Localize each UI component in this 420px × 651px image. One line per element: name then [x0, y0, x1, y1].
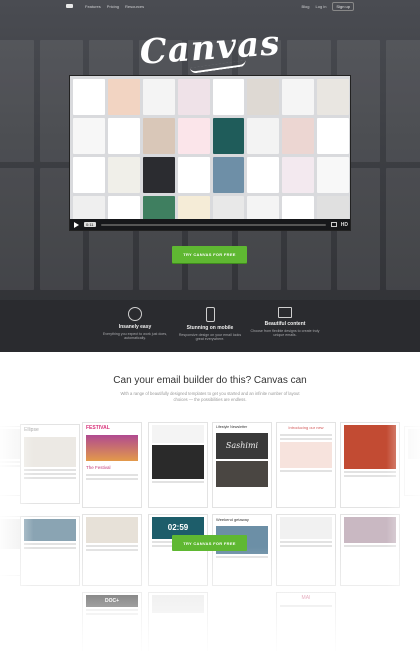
features-strip: Insanely easy Everything you expect to w… [0, 300, 420, 352]
template-tile[interactable] [148, 592, 208, 651]
template-tile[interactable] [20, 516, 80, 586]
video-controls: 0:11 HD [70, 219, 350, 230]
video-thumbnail-grid [70, 76, 350, 230]
nav-resources[interactable]: Resources [125, 4, 144, 9]
feature-beautiful-content: Beautiful content Choose from flexible d… [250, 307, 320, 338]
feature-text: Responsive design on your email looks gr… [178, 333, 242, 342]
tile-festival-title: The Festival [86, 465, 111, 470]
page: Features Pricing Resources Blog Log in S… [0, 0, 420, 651]
video-time: 0:11 [84, 222, 96, 227]
template-tile-festival[interactable]: FESTIVAL The Festival [82, 422, 142, 508]
feature-text: Everything you expect to work just does,… [102, 332, 168, 341]
section-subtitle: With a range of beautifully designed tem… [120, 391, 300, 402]
template-tile[interactable] [404, 426, 420, 496]
hero-section: Features Pricing Resources Blog Log in S… [0, 0, 420, 352]
feature-text: Choose from flexible designs to create t… [250, 329, 320, 338]
tile-festival-label: FESTIVAL [86, 425, 110, 431]
feature-title: Beautiful content [264, 321, 306, 327]
play-icon[interactable] [74, 221, 79, 228]
nav-features[interactable]: Features [85, 4, 101, 9]
tile-doc-label: DOC+ [86, 595, 138, 607]
mobile-icon [205, 307, 215, 322]
template-tile[interactable] [148, 422, 208, 508]
section-title: Can your email builder do this? Canvas c… [113, 375, 307, 386]
tile-mai-label: MAI [301, 595, 311, 601]
template-tile[interactable] [82, 514, 142, 586]
template-tile[interactable]: Ellipse [20, 424, 80, 504]
template-tile-mai[interactable]: MAI [276, 592, 336, 651]
tile-lifestyle-label: Lifestyle Newsletter [216, 425, 248, 429]
signup-button[interactable]: Sign up [332, 1, 354, 11]
video-player[interactable]: 0:11 HD [69, 75, 351, 231]
nav-blog[interactable]: Blog [302, 4, 310, 9]
template-tile[interactable] [276, 514, 336, 586]
image-icon [278, 307, 292, 318]
template-tile-lifestyle[interactable]: Lifestyle Newsletter Sashimi [212, 422, 272, 508]
try-canvas-button[interactable]: TRY CANVAS FOR FREE [172, 246, 247, 263]
feature-title: Stunning on mobile [186, 325, 234, 331]
tile-sashimi-label: Sashimi [216, 433, 268, 459]
tile-weekend-label: Weekend getaway [216, 517, 249, 522]
hd-toggle[interactable]: HD [341, 222, 348, 228]
template-tile[interactable] [340, 422, 400, 508]
try-canvas-button-2[interactable]: TRY CANVAS FOR FREE [172, 535, 247, 551]
template-tile-doc[interactable]: DOC+ [82, 592, 142, 651]
feature-stunning-mobile: Stunning on mobile Responsive design on … [175, 307, 245, 342]
template-tile[interactable]: Introducing our new [276, 422, 336, 508]
fullscreen-icon[interactable] [330, 222, 337, 227]
video-progress-bar[interactable] [100, 223, 326, 226]
template-tile[interactable] [340, 514, 400, 586]
compass-icon [128, 307, 142, 321]
feature-title: Insanely easy [118, 324, 152, 330]
feature-insanely-easy: Insanely easy Everything you expect to w… [100, 307, 170, 341]
top-nav: Features Pricing Resources Blog Log in S… [0, 0, 420, 12]
logo-icon[interactable] [66, 4, 73, 8]
nav-login[interactable]: Log in [316, 4, 327, 9]
nav-pricing[interactable]: Pricing [107, 4, 119, 9]
